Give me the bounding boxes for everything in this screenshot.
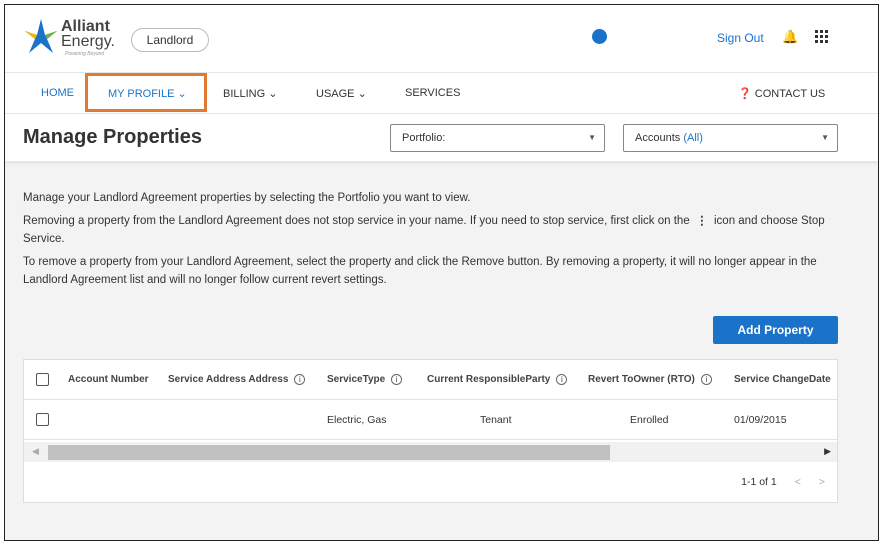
prev-page-icon[interactable]: < [795, 476, 801, 488]
bell-icon[interactable]: 🔔 [782, 29, 798, 45]
add-property-button[interactable]: Add Property [713, 316, 838, 344]
intro-text: Manage your Landlord Agreement propertie… [23, 192, 471, 204]
title-bar: Manage Properties Portfolio: ▼ Accounts (… [5, 114, 878, 161]
select-all-checkbox[interactable] [36, 373, 49, 386]
col-service-type[interactable]: ServiceType i [327, 374, 403, 385]
header: Alliant Energy. Powering Beyond Landlord … [5, 5, 878, 73]
info-icon[interactable]: i [700, 374, 712, 385]
user-icon[interactable] [592, 29, 607, 44]
row-checkbox[interactable] [36, 413, 49, 426]
page-range: 1-1 of 1 [741, 476, 777, 488]
accounts-select[interactable]: Accounts (All) ▼ [623, 124, 838, 152]
alliant-energy-logo[interactable]: Alliant Energy. Powering Beyond [23, 17, 115, 61]
info-icon[interactable]: i [556, 374, 568, 385]
col-service-address[interactable]: Service Address Address i [168, 374, 306, 385]
col-responsible-party[interactable]: Current ResponsibleParty i [427, 374, 568, 385]
nav-services[interactable]: SERVICES [405, 87, 460, 99]
pagination: 1-1 of 1 < > [741, 476, 825, 488]
highlight-box [85, 73, 207, 112]
nav-home[interactable]: HOME [41, 87, 74, 99]
cell-service-change-date: 01/09/2015 [734, 414, 787, 426]
main-nav: HOME MY PROFILE ⌄ BILLING ⌄ USAGE ⌄ SERV… [5, 73, 878, 114]
scroll-left-icon[interactable]: ◀ [32, 446, 39, 457]
horizontal-scrollbar[interactable]: ◀ ▶ [24, 442, 837, 462]
info-icon[interactable]: i [391, 374, 403, 385]
caret-down-icon: ▼ [821, 133, 829, 142]
chevron-down-icon: ⌄ [357, 88, 367, 100]
col-rto[interactable]: Revert ToOwner (RTO) i [588, 374, 712, 385]
scrollbar-thumb[interactable] [48, 445, 610, 460]
sign-out-link[interactable]: Sign Out [717, 31, 764, 45]
cell-service-type: Electric, Gas [327, 414, 387, 426]
col-account-number[interactable]: Account Number [68, 374, 149, 385]
next-page-icon[interactable]: > [819, 476, 825, 488]
scroll-right-icon[interactable]: ▶ [824, 446, 831, 457]
help-icon: ❓ [738, 88, 752, 100]
logo-star-icon [25, 19, 57, 53]
nav-usage[interactable]: USAGE ⌄ [316, 87, 367, 100]
logo-text: Alliant Energy. [61, 18, 115, 50]
info-icon[interactable]: i [294, 374, 306, 385]
cell-responsible-party: Tenant [480, 414, 512, 426]
nav-contact-us[interactable]: ❓ CONTACT US [738, 87, 825, 100]
table-header: Account Number Service Address Address i … [24, 360, 837, 400]
role-pill[interactable]: Landlord [131, 28, 209, 52]
nav-billing[interactable]: BILLING ⌄ [223, 87, 277, 100]
cell-rto: Enrolled [630, 414, 669, 426]
table-row: Electric, Gas Tenant Enrolled 01/09/2015 [24, 400, 837, 440]
properties-table: Account Number Service Address Address i … [23, 359, 838, 503]
app-frame: Alliant Energy. Powering Beyond Landlord … [4, 4, 879, 541]
remove-instructions: To remove a property from your Landlord … [23, 256, 817, 286]
apps-grid-icon[interactable] [815, 30, 828, 43]
logo-tagline: Powering Beyond [65, 51, 105, 57]
portfolio-select[interactable]: Portfolio: ▼ [390, 124, 605, 152]
col-service-change-date[interactable]: Service ChangeDate [734, 374, 831, 385]
caret-down-icon: ▼ [588, 133, 596, 142]
removal-note: Removing a property from the Landlord Ag… [23, 215, 825, 245]
kebab-menu-icon: ⋮ [692, 215, 711, 227]
page-title: Manage Properties [23, 126, 202, 148]
chevron-down-icon: ⌄ [268, 88, 278, 100]
